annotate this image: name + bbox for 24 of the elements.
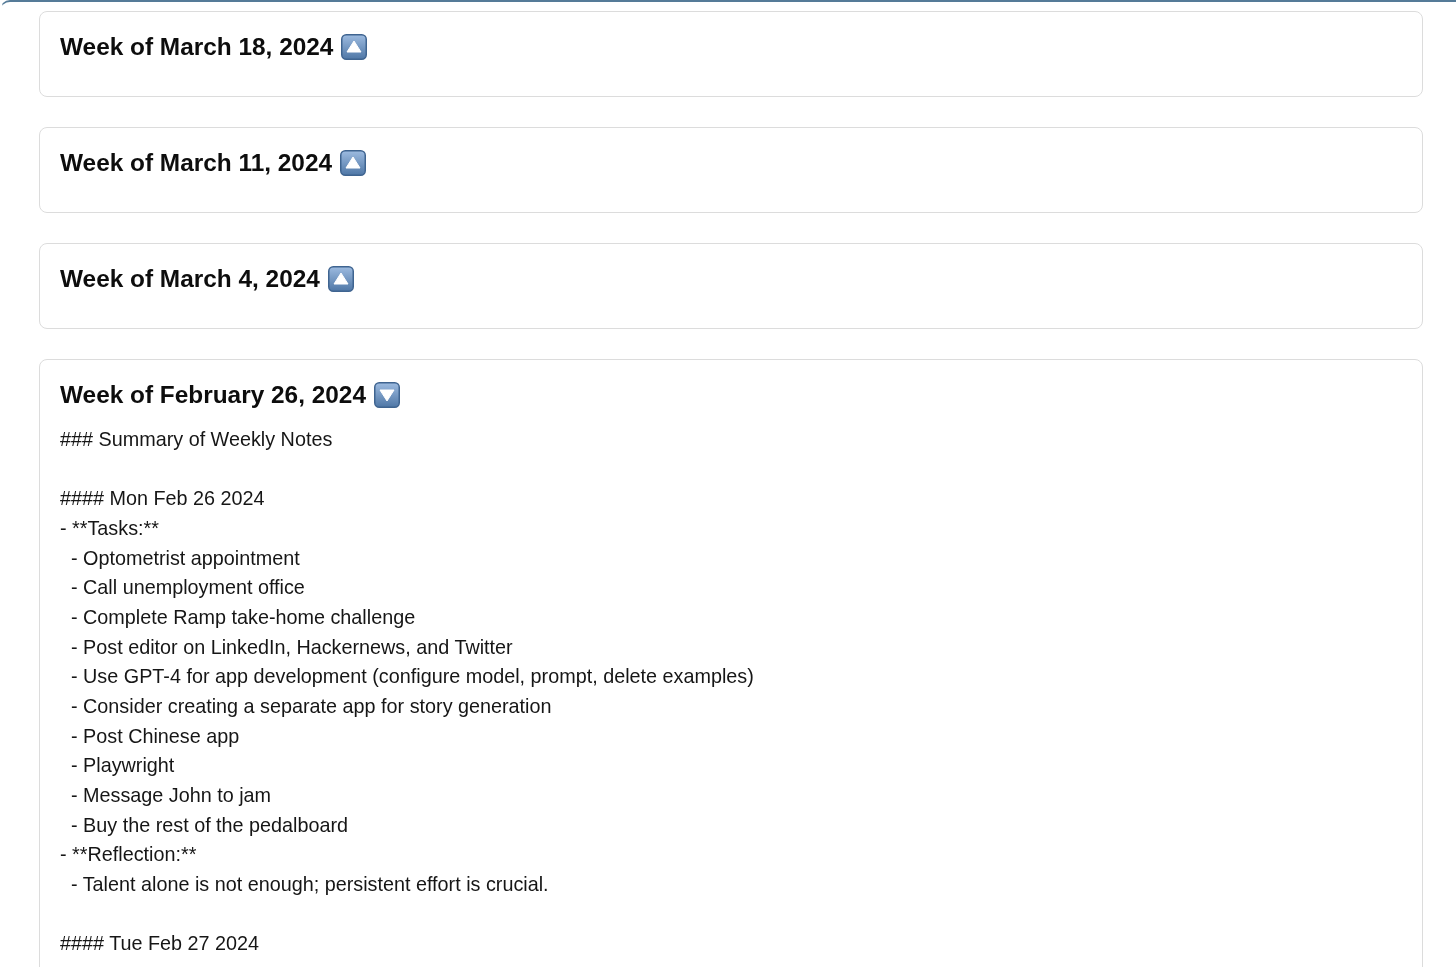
note-line: - Post editor on LinkedIn, Hackernews, and Twitter xyxy=(71,634,513,660)
note-line: ### Summary of Weekly Notes xyxy=(60,427,333,452)
week-title[interactable]: Week of March 11, 2024 xyxy=(60,148,333,177)
note-line: - Post Chinese app xyxy=(71,723,240,749)
note-line: - Talent alone is not enough; persistent effort is crucial. xyxy=(71,872,549,898)
week-title[interactable]: Week of February 26, 2024 xyxy=(60,380,366,409)
triangle-up-icon[interactable] xyxy=(327,265,354,292)
note-line: #### Mon Feb 26 2024 xyxy=(60,486,265,512)
triangle-up-icon[interactable] xyxy=(341,33,368,60)
note-line: - Complete Ramp take-home challenge xyxy=(71,605,416,630)
note-line: - Playwright xyxy=(71,753,175,779)
week-title[interactable]: Week of March 4, 2024 xyxy=(60,264,320,293)
note-line: - Message John to jam xyxy=(71,783,272,809)
note-line: - Use GPT-4 for app development (configure model, prompt, delete examples) xyxy=(71,664,754,690)
note-line: #### Tue Feb 27 2024 xyxy=(60,931,260,957)
note-line: - Optometrist appointment xyxy=(71,545,300,571)
week-title[interactable]: Week of March 18, 2024 xyxy=(60,32,334,61)
note-line: - Call unemployment office xyxy=(71,575,305,601)
triangle-up-icon[interactable] xyxy=(340,149,367,176)
note-line: - **Reflection:** xyxy=(60,842,197,868)
note-line: - Buy the rest of the pedalboard xyxy=(71,812,349,838)
triangle-down-icon[interactable] xyxy=(373,381,400,408)
note-line: - **Tasks:** xyxy=(60,516,159,541)
note-line: - Consider creating a separate app for story generation xyxy=(71,694,552,720)
